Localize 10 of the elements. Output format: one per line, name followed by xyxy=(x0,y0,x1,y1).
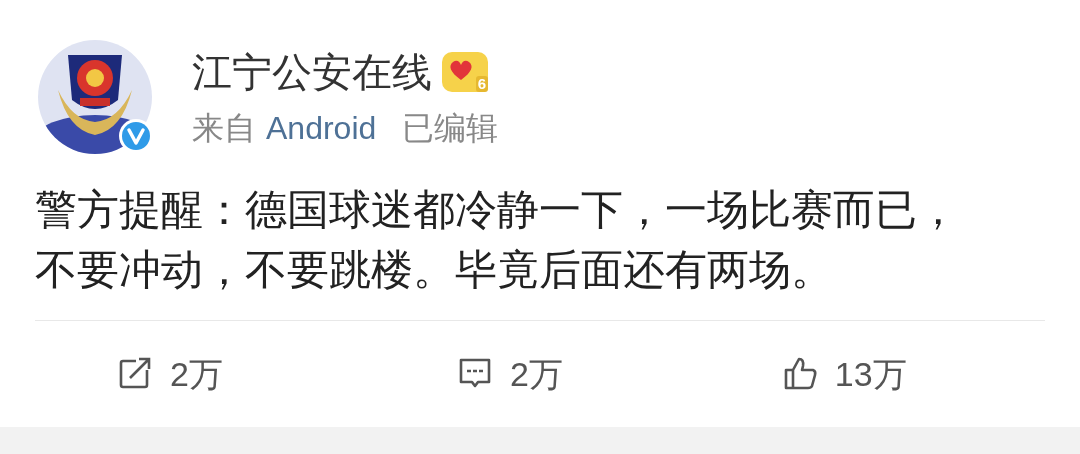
member-crown-badge: 6 xyxy=(442,52,488,92)
repost-button[interactable]: 2万 xyxy=(118,348,223,400)
source-link[interactable]: Android xyxy=(266,108,377,148)
like-button[interactable]: 13万 xyxy=(782,348,907,400)
source-label: 来自 xyxy=(192,109,256,148)
edited-label: 已编辑 xyxy=(402,109,499,148)
comment-button[interactable]: 2万 xyxy=(457,348,563,400)
author-name[interactable]: 江宁公安在线 xyxy=(192,46,432,98)
post-text: 警方提醒：德国球迷都冷静一下，一场比赛而已，不要冲动，不要跳楼。毕竟后面还有两场。 xyxy=(35,185,960,295)
thumbs-up-icon xyxy=(782,356,819,392)
